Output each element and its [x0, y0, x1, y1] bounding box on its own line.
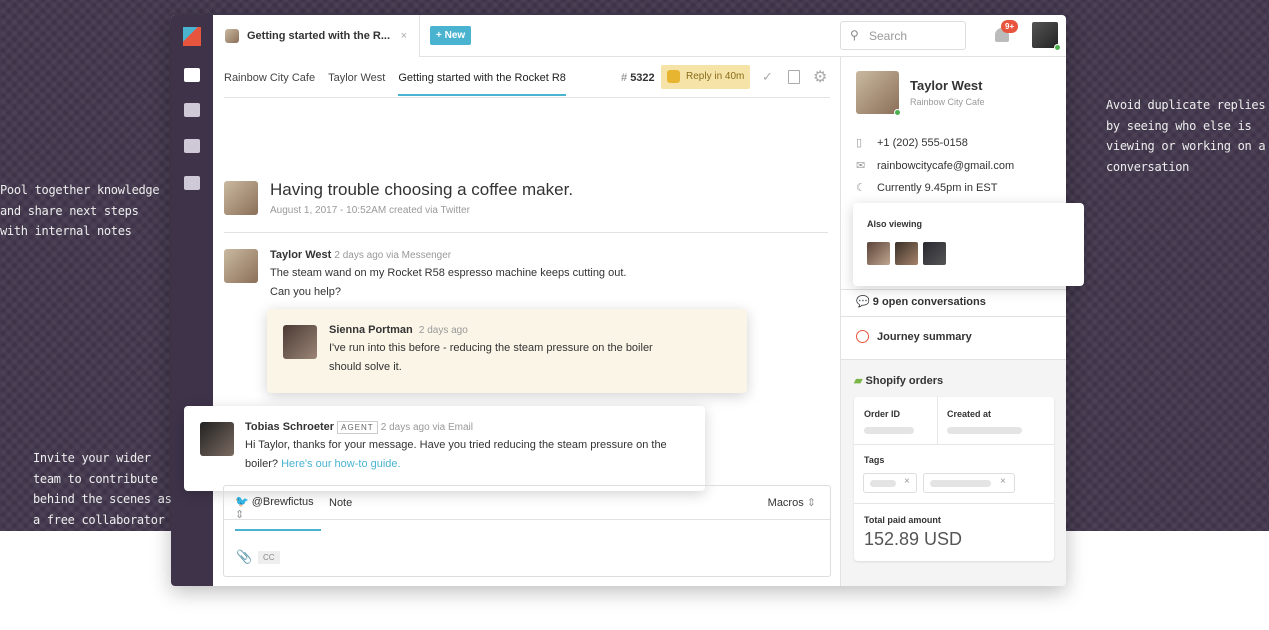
moon-icon: ☾ — [856, 182, 866, 194]
inbox-icon[interactable] — [184, 68, 200, 82]
check-icon[interactable]: ✓ — [762, 69, 773, 85]
shopify-order-card: Order ID Created at Tags × × Total paid … — [854, 397, 1054, 561]
new-button[interactable]: + New — [430, 26, 472, 45]
conversation-id: # 5322 — [621, 72, 655, 84]
sidebar — [171, 15, 213, 586]
composer[interactable]: 🐦 @Brewfictus ⇕ Note Macros ⇕ 📎 CC — [223, 485, 831, 577]
divider — [420, 56, 840, 57]
internal-note: Sienna Portman 2 days ago I've run into … — [267, 309, 747, 393]
annotation-internal-notes: Pool together knowledge and share next s… — [0, 183, 160, 238]
also-viewing-popover: Also viewing — [853, 203, 1084, 286]
contacts-icon[interactable] — [184, 103, 200, 117]
trash-icon[interactable] — [788, 70, 800, 84]
breadcrumb-organization[interactable]: Rainbow City Cafe — [224, 72, 315, 96]
close-icon[interactable]: × — [401, 30, 407, 42]
total-paid-amount: 152.89 USD — [864, 529, 963, 549]
search-icon: ⚲ — [850, 28, 859, 42]
agent-reply: Tobias Schroeter AGENT 2 days ago via Em… — [184, 406, 705, 491]
contact-name: Taylor West — [910, 78, 983, 93]
avatar — [224, 249, 258, 283]
annotation-collaborator: Invite your wider team to contribute beh… — [33, 451, 172, 527]
email-icon: ✉ — [856, 159, 866, 172]
organizations-icon[interactable] — [184, 139, 200, 153]
message: Taylor West 2 days ago via Messenger The… — [270, 249, 627, 298]
avatar — [224, 181, 258, 215]
clock-icon — [667, 70, 680, 83]
breadcrumb-conversation[interactable]: Getting started with the Rocket R8 — [398, 72, 566, 96]
cc-button[interactable]: CC — [258, 551, 280, 564]
attachment-icon[interactable]: 📎 — [236, 549, 252, 565]
breadcrumb: Rainbow City Cafe Taylor West Getting st… — [224, 72, 566, 96]
tab-title: Getting started with the R... — [247, 30, 391, 42]
avatar — [200, 422, 234, 456]
journey-icon — [856, 330, 869, 343]
conversation-title: Having trouble choosing a coffee maker. — [270, 180, 574, 199]
annotation-duplicate-replies: Avoid duplicate replies by seeing who el… — [1106, 98, 1266, 174]
remove-tag-icon[interactable]: × — [904, 476, 910, 487]
reply-timer[interactable]: Reply in 40m — [661, 65, 750, 89]
reports-icon[interactable] — [184, 176, 200, 190]
journey-summary[interactable]: Journey summary — [856, 330, 972, 343]
agent-badge: AGENT — [337, 421, 378, 434]
viewer-avatar — [923, 242, 946, 265]
how-to-guide-link[interactable]: Here's our how-to guide. — [281, 458, 401, 470]
kayako-logo[interactable] — [183, 27, 201, 46]
open-conversations[interactable]: 💬 9 open conversations — [856, 288, 986, 308]
tag: × — [923, 473, 1015, 493]
channel-selector[interactable]: 🐦 @Brewfictus ⇕ — [235, 495, 321, 531]
breadcrumb-user[interactable]: Taylor West — [328, 72, 385, 96]
contact-avatar — [856, 71, 899, 114]
note-tab[interactable]: Note — [329, 497, 352, 509]
remove-tag-icon[interactable]: × — [1000, 476, 1006, 487]
tab-conversation[interactable]: Getting started with the R... × — [213, 15, 420, 57]
customer-panel: Taylor West Rainbow City Cafe ▯ +1 (202) … — [840, 57, 1066, 586]
contact-company: Rainbow City Cafe — [910, 97, 985, 107]
avatar — [225, 29, 239, 43]
phone-icon: ▯ — [856, 137, 863, 149]
macros-dropdown[interactable]: Macros ⇕ — [768, 496, 816, 509]
conversation-meta: August 1, 2017 - 10:52AM created via Twi… — [270, 205, 470, 216]
viewer-avatar — [867, 242, 890, 265]
shopify-section: ▰ Shopify orders Order ID Created at Tag… — [841, 359, 1066, 586]
viewer-avatar — [895, 242, 918, 265]
tag: × — [863, 473, 917, 493]
search-input[interactable]: Search ⚲ — [840, 21, 966, 50]
gear-icon[interactable]: ⚙ — [813, 67, 827, 87]
notification-badge: 9+ — [1001, 20, 1019, 33]
avatar — [283, 325, 317, 359]
app-window: Getting started with the R... × + New Se… — [171, 15, 1066, 586]
